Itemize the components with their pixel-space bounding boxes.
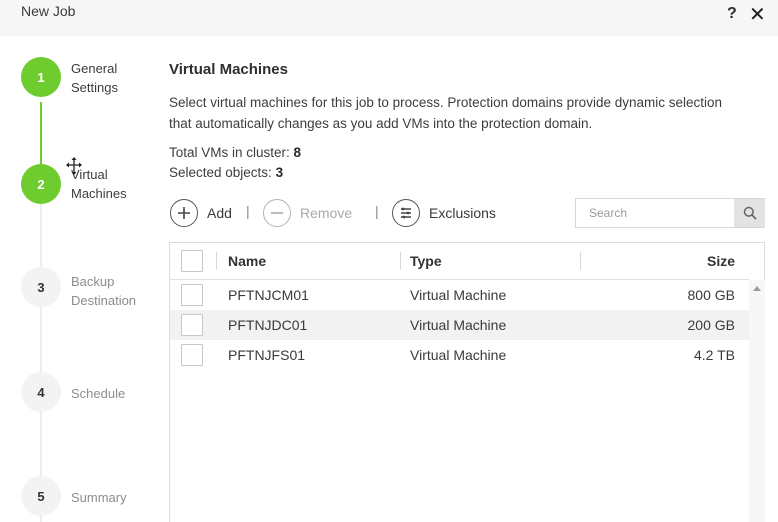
step-3-label[interactable]: Backup Destination bbox=[71, 272, 161, 310]
remove-button-label: Remove bbox=[300, 205, 353, 221]
add-button[interactable]: Add bbox=[170, 198, 232, 228]
column-separator bbox=[400, 252, 401, 270]
exclusions-button[interactable]: Exclusions bbox=[392, 198, 496, 228]
plus-icon bbox=[170, 199, 198, 227]
step-connector-complete bbox=[40, 102, 42, 166]
column-header-size[interactable]: Size bbox=[707, 253, 735, 269]
page-title: Virtual Machines bbox=[169, 61, 288, 78]
total-vms-stat: Total VMs in cluster: 8 bbox=[169, 145, 301, 160]
column-header-name[interactable]: Name bbox=[228, 253, 266, 269]
vm-type: Virtual Machine bbox=[410, 317, 507, 333]
title-bar: New Job ? ✕ bbox=[0, 0, 778, 36]
step-4-label[interactable]: Schedule bbox=[71, 384, 161, 403]
row-checkbox[interactable] bbox=[181, 344, 203, 366]
selected-objects-value: 3 bbox=[275, 165, 284, 180]
table-header: Name Type Size bbox=[170, 243, 749, 280]
step-1-label[interactable]: General Settings bbox=[71, 59, 161, 97]
row-checkbox[interactable] bbox=[181, 284, 203, 306]
vm-name: PFTNJFS01 bbox=[228, 347, 306, 363]
column-header-type[interactable]: Type bbox=[410, 253, 442, 269]
vm-name: PFTNJDC01 bbox=[228, 317, 308, 333]
wizard-steps: 1 General Settings 2 Virtual Machines 3 … bbox=[0, 36, 160, 522]
step-2-label[interactable]: Virtual Machines bbox=[71, 165, 161, 203]
add-button-label: Add bbox=[207, 205, 232, 221]
search-button[interactable] bbox=[734, 199, 765, 227]
search-icon bbox=[743, 206, 757, 220]
exclusions-list-icon bbox=[392, 199, 420, 227]
vm-name: PFTNJCM01 bbox=[228, 287, 309, 303]
total-vms-value: 8 bbox=[293, 145, 302, 160]
minus-icon bbox=[263, 199, 291, 227]
step-2-badge[interactable]: 2 bbox=[21, 164, 61, 204]
vm-size: 4.2 TB bbox=[694, 347, 735, 363]
close-icon[interactable]: ✕ bbox=[749, 2, 766, 27]
vm-size: 800 GB bbox=[687, 287, 735, 303]
table-row[interactable]: PFTNJFS01 Virtual Machine 4.2 TB bbox=[170, 340, 749, 370]
vertical-scrollbar[interactable] bbox=[749, 280, 765, 522]
total-vms-label: Total VMs in cluster: bbox=[169, 145, 294, 160]
table-row[interactable]: PFTNJCM01 Virtual Machine 800 GB bbox=[170, 280, 749, 310]
selected-objects-stat: Selected objects: 3 bbox=[169, 165, 283, 180]
column-separator bbox=[216, 252, 217, 270]
step-3-badge[interactable]: 3 bbox=[21, 267, 61, 307]
toolbar-separator: | bbox=[375, 203, 379, 219]
vm-size: 200 GB bbox=[687, 317, 735, 333]
step-5-label[interactable]: Summary bbox=[71, 488, 161, 507]
remove-button[interactable]: Remove bbox=[263, 198, 352, 228]
exclusions-button-label: Exclusions bbox=[429, 205, 496, 221]
step-connector-pending bbox=[40, 204, 42, 522]
vm-type: Virtual Machine bbox=[410, 347, 507, 363]
row-checkbox[interactable] bbox=[181, 314, 203, 336]
select-all-checkbox[interactable] bbox=[181, 250, 203, 272]
table-row[interactable]: PFTNJDC01 Virtual Machine 200 GB bbox=[170, 310, 749, 340]
step-1-badge[interactable]: 1 bbox=[21, 57, 61, 97]
scroll-up-arrow-icon[interactable] bbox=[753, 286, 761, 291]
toolbar-separator: | bbox=[246, 203, 250, 219]
selected-objects-label: Selected objects: bbox=[169, 165, 276, 180]
window-title: New Job bbox=[21, 3, 76, 19]
column-separator bbox=[580, 252, 581, 270]
search-box bbox=[575, 198, 765, 228]
move-cursor-icon bbox=[66, 157, 82, 175]
page-description: Select virtual machines for this job to … bbox=[169, 95, 723, 131]
step-5-badge[interactable]: 5 bbox=[21, 476, 61, 516]
vm-type: Virtual Machine bbox=[410, 287, 507, 303]
step-4-badge[interactable]: 4 bbox=[21, 372, 61, 412]
vm-table: Name Type Size PFTNJCM01 Virtual Machine… bbox=[169, 242, 765, 522]
help-icon[interactable]: ? bbox=[727, 5, 737, 23]
search-input[interactable] bbox=[576, 199, 734, 227]
